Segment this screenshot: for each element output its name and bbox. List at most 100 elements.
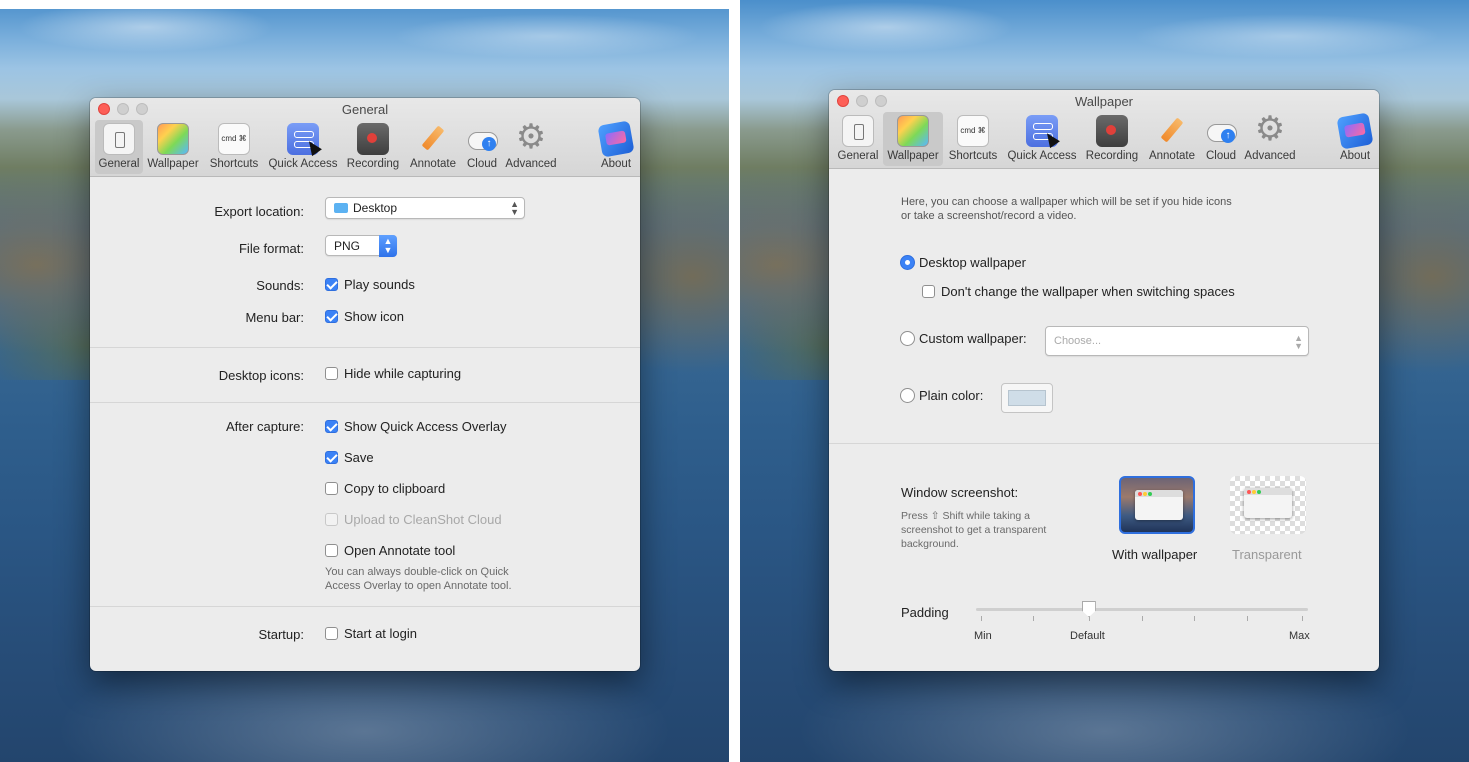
- save-checkbox[interactable]: Save: [325, 450, 374, 465]
- checkbox-checked[interactable]: [325, 310, 338, 323]
- tab-advanced[interactable]: Advanced: [1241, 109, 1299, 166]
- title-bar: General General Wallpaper cmd ⌘ Shortcut…: [90, 98, 640, 177]
- file-format-label: File format:: [238, 241, 304, 256]
- tab-label: Annotate: [409, 158, 457, 170]
- tab-label: Wallpaper: [147, 158, 199, 170]
- custom-wallpaper-select[interactable]: Choose... ▲ ▼: [1045, 326, 1309, 356]
- with-wallpaper-option[interactable]: [1119, 476, 1195, 534]
- desktop-wallpaper-radio[interactable]: Desktop wallpaper: [900, 255, 1026, 270]
- tab-about[interactable]: About: [1334, 112, 1376, 166]
- shortcuts-icon: cmd ⌘: [218, 123, 250, 155]
- slider-tick: [1302, 616, 1303, 621]
- annotate-icon: [417, 123, 449, 155]
- window-title: Wallpaper: [1074, 94, 1134, 109]
- hint-line: screenshot to get a transparent: [901, 524, 1047, 536]
- general-icon: [103, 123, 135, 155]
- folder-icon: [334, 203, 348, 213]
- wallpaper-icon: [897, 115, 929, 147]
- divider: [90, 347, 640, 348]
- tab-wallpaper[interactable]: Wallpaper: [144, 120, 202, 174]
- tab-quick-access[interactable]: Quick Access: [266, 120, 340, 174]
- tab-label: Recording: [346, 158, 400, 170]
- custom-wallpaper-radio[interactable]: Custom wallpaper:: [900, 331, 1027, 346]
- tab-label: General: [98, 158, 140, 170]
- tab-label: Annotate: [1148, 150, 1196, 162]
- checkbox-unchecked[interactable]: [325, 482, 338, 495]
- checkbox-checked[interactable]: [325, 420, 338, 433]
- padding-slider[interactable]: [976, 599, 1308, 631]
- tab-label: Recording: [1085, 150, 1139, 162]
- hint-line: Access Overlay to open Annotate tool.: [325, 580, 512, 592]
- show-quick-access-overlay-checkbox[interactable]: Show Quick Access Overlay: [325, 419, 507, 434]
- export-location-select[interactable]: Desktop ▲ ▼: [325, 197, 525, 219]
- wallpaper-intro: Here, you can choose a wallpaper which w…: [901, 195, 1232, 223]
- tab-label: Cloud: [466, 158, 498, 170]
- padding-default-label: Default: [1070, 630, 1105, 642]
- window-screenshot-hint: Press ⇧ Shift while taking a screenshot …: [901, 509, 1046, 551]
- cloud-icon: [466, 123, 498, 155]
- checkbox-label: Start at login: [344, 626, 417, 641]
- open-annotate-tool-checkbox[interactable]: Open Annotate tool: [325, 543, 455, 558]
- tab-label: About: [600, 158, 632, 170]
- window-screenshot-label: Window screenshot:: [901, 485, 1019, 500]
- general-icon: [842, 115, 874, 147]
- tab-annotate[interactable]: Annotate: [406, 120, 460, 174]
- tab-wallpaper[interactable]: Wallpaper: [883, 112, 943, 166]
- tab-shortcuts[interactable]: cmd ⌘ Shortcuts: [943, 112, 1003, 166]
- checkbox-label: Copy to clipboard: [344, 481, 446, 496]
- export-location-value: Desktop: [353, 201, 398, 215]
- plain-color-well[interactable]: [1001, 383, 1053, 413]
- checkbox-checked[interactable]: [325, 278, 338, 291]
- checkbox-unchecked[interactable]: [325, 367, 338, 380]
- plain-color-radio[interactable]: Plain color:: [900, 388, 983, 403]
- intro-line: Here, you can choose a wallpaper which w…: [901, 196, 1232, 208]
- tab-quick-access[interactable]: Quick Access: [1005, 112, 1079, 166]
- about-icon: [1336, 112, 1374, 150]
- checkbox-label: Play sounds: [344, 277, 415, 292]
- tab-shortcuts[interactable]: cmd ⌘ Shortcuts: [204, 120, 264, 174]
- wallpaper-icon: [157, 123, 189, 155]
- checkbox-label: Open Annotate tool: [344, 543, 456, 558]
- transparent-label: Transparent: [1232, 547, 1302, 562]
- radio-label: Desktop wallpaper: [919, 255, 1026, 270]
- desktop-icons-label: Desktop icons:: [218, 368, 304, 383]
- window-preview-icon: [1244, 488, 1292, 518]
- checkbox-unchecked[interactable]: [325, 544, 338, 557]
- tab-cloud[interactable]: Cloud: [1201, 112, 1241, 166]
- tab-general[interactable]: General: [834, 112, 882, 166]
- radio-unselected[interactable]: [900, 388, 915, 403]
- tab-label: General: [837, 150, 879, 162]
- intro-line: or take a screenshot/record a video.: [901, 210, 1077, 222]
- about-icon: [597, 120, 635, 158]
- checkbox-unchecked[interactable]: [922, 285, 935, 298]
- cloud-icon: [1205, 115, 1237, 147]
- file-format-select[interactable]: PNG ▲ ▼: [325, 235, 397, 257]
- tab-label: Quick Access: [268, 158, 338, 170]
- slider-tick: [1247, 616, 1248, 621]
- checkbox-checked[interactable]: [325, 451, 338, 464]
- play-sounds-checkbox[interactable]: Play sounds: [325, 277, 415, 292]
- tab-recording[interactable]: Recording: [1081, 112, 1143, 166]
- radio-selected[interactable]: [900, 255, 915, 270]
- preferences-toolbar: General Wallpaper cmd ⌘ Shortcuts Quick …: [90, 117, 640, 174]
- slider-tick: [1033, 616, 1034, 621]
- slider-knob[interactable]: [1081, 601, 1096, 617]
- divider: [90, 606, 640, 607]
- radio-unselected[interactable]: [900, 331, 915, 346]
- tab-recording[interactable]: Recording: [342, 120, 404, 174]
- checkbox-unchecked[interactable]: [325, 627, 338, 640]
- show-icon-checkbox[interactable]: Show icon: [325, 309, 404, 324]
- tab-cloud[interactable]: Cloud: [462, 120, 502, 174]
- checkbox-label: Show Quick Access Overlay: [344, 419, 507, 434]
- transparent-option[interactable]: [1230, 476, 1306, 534]
- hide-while-capturing-checkbox[interactable]: Hide while capturing: [325, 366, 461, 381]
- dont-change-wallpaper-checkbox[interactable]: Don't change the wallpaper when switchin…: [922, 284, 1235, 299]
- tab-annotate[interactable]: Annotate: [1145, 112, 1199, 166]
- tab-general[interactable]: General: [95, 120, 143, 174]
- annotate-icon: [1156, 115, 1188, 147]
- copy-to-clipboard-checkbox[interactable]: Copy to clipboard: [325, 481, 445, 496]
- tab-about[interactable]: About: [595, 120, 637, 174]
- start-at-login-checkbox[interactable]: Start at login: [325, 626, 417, 641]
- slider-tick: [1194, 616, 1195, 621]
- tab-advanced[interactable]: Advanced: [502, 117, 560, 174]
